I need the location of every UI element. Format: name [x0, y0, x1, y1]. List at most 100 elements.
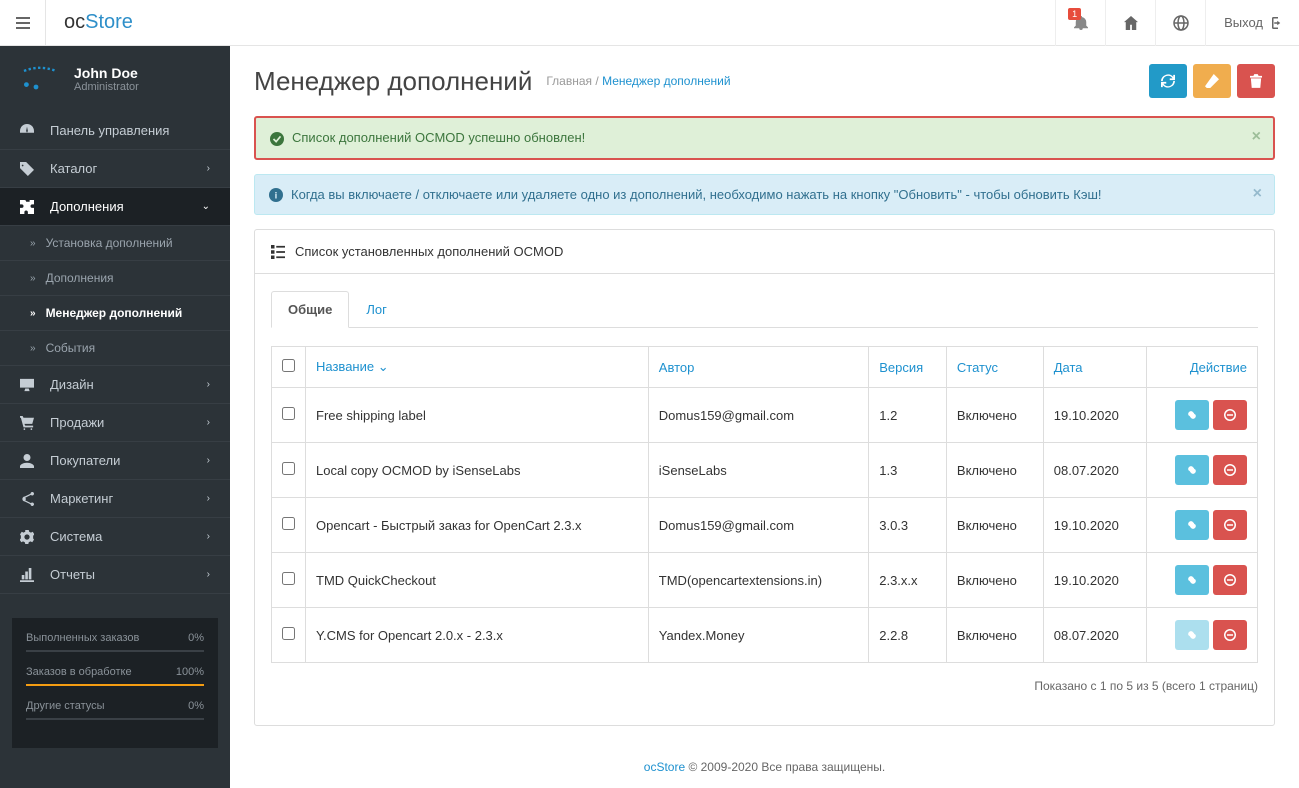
sub-nav-events[interactable]: »События [0, 331, 230, 366]
cell-version: 1.3 [869, 443, 947, 498]
globe-icon [1173, 15, 1189, 31]
cell-version: 2.2.8 [869, 608, 947, 663]
modifications-table: Название ⌄ Автор Версия Статус Дата Дейс… [271, 346, 1258, 663]
stat-value: 100% [176, 666, 204, 678]
user-icon [20, 454, 40, 468]
info-icon: i [269, 187, 283, 203]
breadcrumb-current[interactable]: Менеджер дополнений [602, 74, 730, 88]
minus-circle-icon [1224, 574, 1236, 586]
link-icon [1186, 464, 1198, 476]
cell-version: 2.3.x.x [869, 553, 947, 608]
gear-icon [20, 530, 40, 544]
nav-customers[interactable]: Покупатели› [0, 442, 230, 480]
success-alert: Список дополнений OCMOD успешно обновлен… [254, 116, 1275, 160]
nav-label: Панель управления [50, 123, 169, 138]
breadcrumb-home[interactable]: Главная [546, 74, 592, 88]
delete-button[interactable] [1237, 64, 1275, 98]
chevron-right-icon: › [207, 163, 210, 174]
tab-log[interactable]: Лог [349, 291, 404, 328]
col-status-header[interactable]: Статус [946, 347, 1043, 388]
cell-name: Y.CMS for Opencart 2.0.x - 2.3.x [306, 608, 649, 663]
link-button[interactable] [1175, 620, 1209, 650]
row-checkbox[interactable] [282, 572, 295, 585]
nav-system[interactable]: Система› [0, 518, 230, 556]
tabs: Общие Лог [271, 290, 1258, 328]
cell-author: Yandex.Money [648, 608, 868, 663]
logout-button[interactable]: Выход [1205, 0, 1299, 46]
col-date-header[interactable]: Дата [1043, 347, 1146, 388]
close-alert-button[interactable]: × [1252, 128, 1261, 146]
disable-button[interactable] [1213, 620, 1247, 650]
nav-label: Дополнения [46, 271, 114, 285]
col-name-header[interactable]: Название ⌄ [306, 347, 649, 388]
cell-name: Opencart - Быстрый заказ for OpenCart 2.… [306, 498, 649, 553]
close-alert-button[interactable]: × [1253, 185, 1262, 203]
link-button[interactable] [1175, 455, 1209, 485]
link-button[interactable] [1175, 565, 1209, 595]
row-checkbox[interactable] [282, 462, 295, 475]
cell-author: Domus159@gmail.com [648, 388, 868, 443]
row-checkbox[interactable] [282, 407, 295, 420]
link-button[interactable] [1175, 400, 1209, 430]
home-button[interactable] [1105, 0, 1155, 46]
stat-value: 0% [188, 632, 204, 644]
refresh-icon [1161, 74, 1175, 88]
cell-name: Local copy OCMOD by iSenseLabs [306, 443, 649, 498]
cell-date: 19.10.2020 [1043, 553, 1146, 608]
table-row: Free shipping labelDomus159@gmail.com1.2… [272, 388, 1258, 443]
tag-icon [20, 162, 40, 176]
notif-badge: 1 [1068, 8, 1081, 20]
col-version-header[interactable]: Версия [869, 347, 947, 388]
panel-heading: Список установленных дополнений OCMOD [255, 230, 1274, 274]
user-role: Administrator [74, 81, 139, 93]
row-checkbox[interactable] [282, 517, 295, 530]
col-action-header: Действие [1146, 347, 1257, 388]
disable-button[interactable] [1213, 510, 1247, 540]
logo[interactable]: ocStore [46, 11, 151, 34]
cell-author: TMD(opencartextensions.in) [648, 553, 868, 608]
store-front-button[interactable] [1155, 0, 1205, 46]
sub-nav-extensions[interactable]: »Дополнения [0, 261, 230, 296]
cell-date: 19.10.2020 [1043, 388, 1146, 443]
nav-reports[interactable]: Отчеты› [0, 556, 230, 594]
stat-label: Другие статусы [26, 700, 105, 712]
sidebar-toggle[interactable] [0, 0, 46, 46]
disable-button[interactable] [1213, 565, 1247, 595]
cell-version: 1.2 [869, 388, 947, 443]
refresh-button[interactable] [1149, 64, 1187, 98]
link-icon [1186, 574, 1198, 586]
table-row: Y.CMS for Opencart 2.0.x - 2.3.xYandex.M… [272, 608, 1258, 663]
cell-status: Включено [946, 608, 1043, 663]
nav-dashboard[interactable]: Панель управления [0, 112, 230, 150]
chevron-right-icon: › [207, 531, 210, 542]
cart-icon [20, 416, 40, 430]
cell-status: Включено [946, 388, 1043, 443]
nav-label: Дизайн [50, 377, 94, 392]
nav-sales[interactable]: Продажи› [0, 404, 230, 442]
footer-text: © 2009-2020 Все права защищены. [685, 760, 885, 774]
footer-brand[interactable]: ocStore [644, 760, 685, 774]
notifications-button[interactable]: 1 [1055, 0, 1105, 46]
nav-label: Маркетинг [50, 491, 113, 506]
col-author-header[interactable]: Автор [648, 347, 868, 388]
sub-nav-modifications[interactable]: »Менеджер дополнений [0, 296, 230, 331]
sub-nav-installer[interactable]: »Установка дополнений [0, 226, 230, 261]
tab-general[interactable]: Общие [271, 291, 349, 328]
disable-button[interactable] [1213, 455, 1247, 485]
nav-marketing[interactable]: Маркетинг› [0, 480, 230, 518]
page-title: Менеджер дополнений [254, 66, 532, 97]
page-header: Менеджер дополнений Главная / Менеджер д… [230, 46, 1299, 116]
row-checkbox[interactable] [282, 627, 295, 640]
nav-extensions[interactable]: Дополнения⌄ [0, 188, 230, 226]
select-all-checkbox[interactable] [282, 359, 295, 372]
nav-design[interactable]: Дизайн› [0, 366, 230, 404]
disable-button[interactable] [1213, 400, 1247, 430]
link-button[interactable] [1175, 510, 1209, 540]
nav-label: Продажи [50, 415, 104, 430]
chevron-right-icon: › [207, 455, 210, 466]
cell-name: Free shipping label [306, 388, 649, 443]
footer: ocStore © 2009-2020 Все права защищены. [230, 746, 1299, 788]
nav-catalog[interactable]: Каталог› [0, 150, 230, 188]
stat-value: 0% [188, 700, 204, 712]
clear-button[interactable] [1193, 64, 1231, 98]
